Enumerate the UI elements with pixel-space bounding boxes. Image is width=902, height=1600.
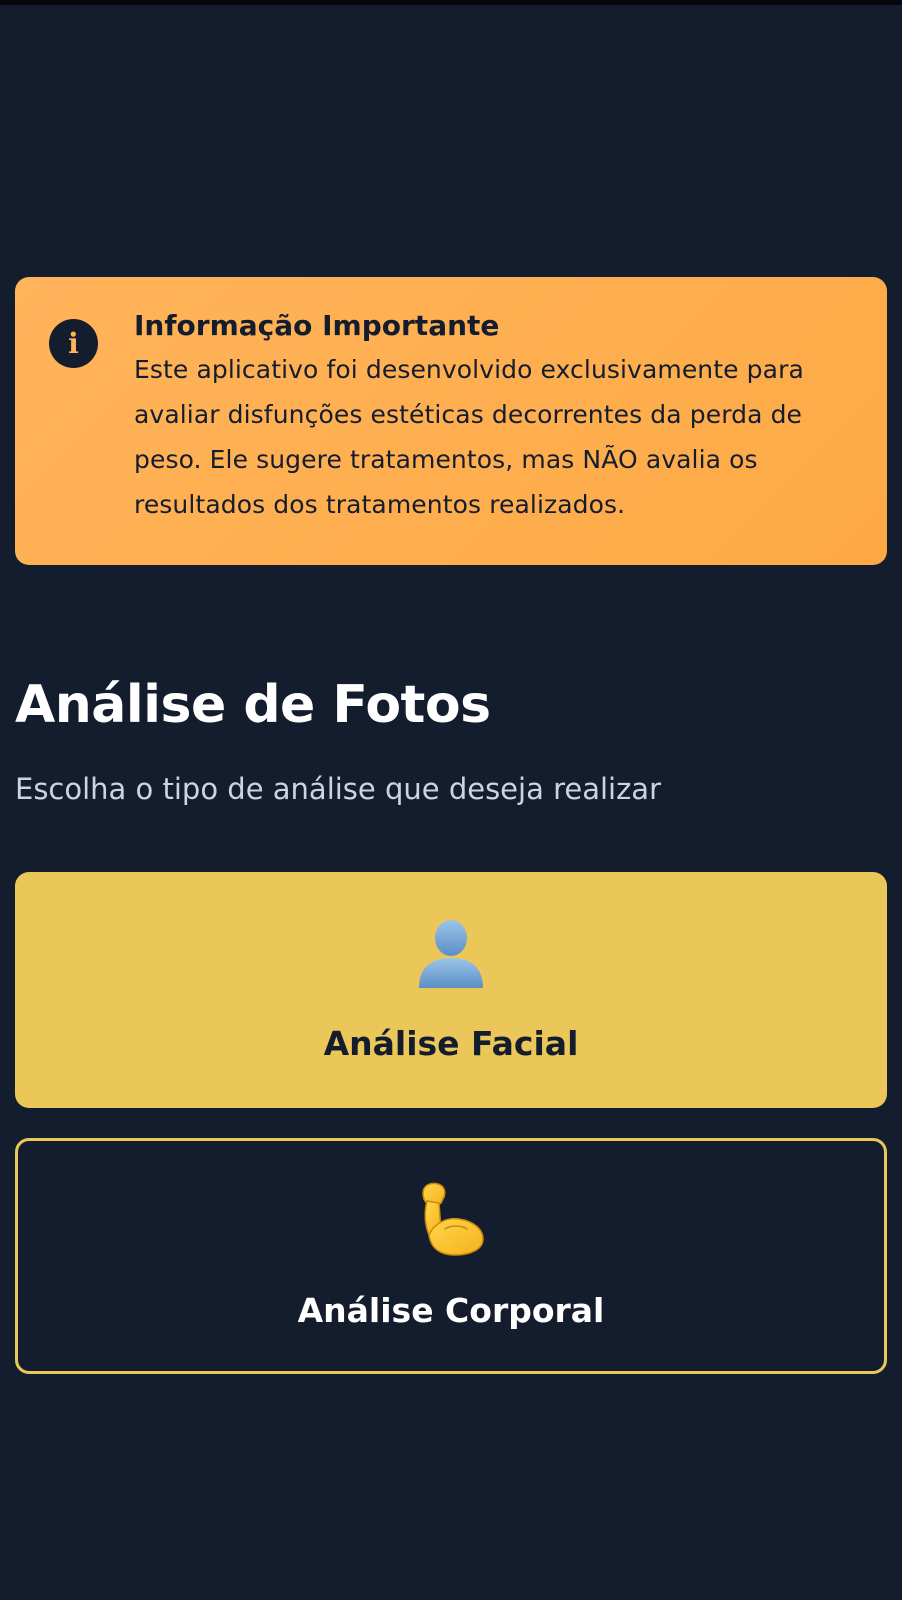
body-analysis-button[interactable]: Análise Corporal <box>15 1138 887 1374</box>
info-icon-glyph: i <box>68 326 79 360</box>
important-info-card: i Informação Importante Este aplicativo … <box>15 277 887 565</box>
info-title: Informação Importante <box>134 309 500 342</box>
info-icon: i <box>49 319 98 368</box>
body-analysis-label: Análise Corporal <box>297 1291 605 1330</box>
page-title: Análise de Fotos <box>15 675 491 735</box>
flexed-biceps-icon <box>411 1179 491 1259</box>
facial-analysis-button[interactable]: Análise Facial <box>15 872 887 1108</box>
person-silhouette-icon <box>411 912 491 992</box>
status-bar-strip <box>0 0 902 5</box>
info-text: Este aplicativo foi desenvolvido exclusi… <box>134 355 804 519</box>
facial-analysis-label: Análise Facial <box>323 1024 579 1063</box>
page-subtitle: Escolha o tipo de análise que deseja rea… <box>15 772 662 806</box>
